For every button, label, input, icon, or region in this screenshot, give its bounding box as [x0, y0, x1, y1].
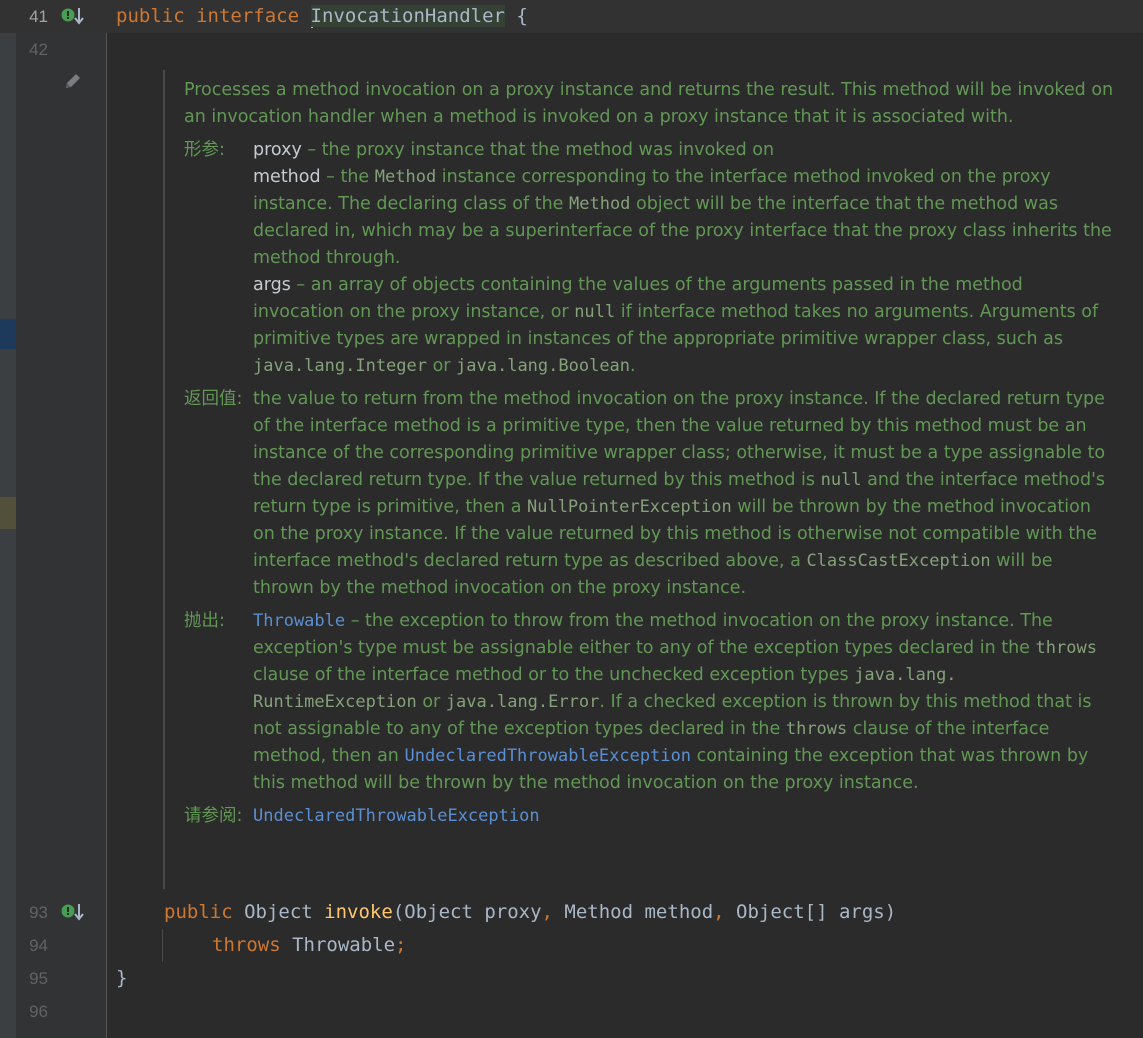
strip-marker-brown — [0, 497, 16, 529]
strip-marker-blue — [0, 319, 16, 349]
method-name: invoke — [324, 901, 393, 923]
edit-doc-icon[interactable] — [63, 71, 83, 96]
undeclared-throwable-link[interactable]: UndeclaredThrowableException — [404, 746, 691, 766]
returns-section: 返回值: the value to return from the method… — [184, 386, 1114, 602]
implemented-method-icon[interactable] — [60, 902, 86, 922]
params-section: 形参: proxy – the proxy instance that the … — [184, 137, 1114, 380]
param-name: args — [253, 275, 291, 295]
code-line-42[interactable]: 42 — [0, 33, 1143, 66]
code-ref: java.lang.Error — [445, 692, 600, 712]
implemented-icon[interactable] — [60, 6, 86, 26]
comma: , — [713, 901, 725, 923]
throws-text: – the exception to throw from the method… — [253, 611, 1053, 658]
param-desc: – the — [320, 167, 375, 187]
code-text[interactable]: throws Throwable; — [212, 929, 406, 962]
param-text: (Object proxy — [392, 901, 542, 923]
code-text[interactable]: public Object invoke(Object proxy, Metho… — [164, 896, 896, 929]
code-text[interactable]: } — [116, 962, 127, 995]
line-number: 96 — [29, 1002, 48, 1021]
code-ref: null — [820, 470, 862, 490]
returns-body: the value to return from the method invo… — [253, 386, 1114, 602]
close-brace: } — [116, 967, 128, 989]
params-body: proxy – the proxy instance that the meth… — [253, 137, 1114, 380]
code-ref: Method — [374, 167, 437, 187]
exception-type: Throwable — [280, 934, 396, 956]
keyword-public: public — [164, 901, 233, 923]
throws-label: 抛出: — [184, 611, 225, 631]
param-text: Object[] args) — [724, 901, 897, 923]
doc-description: Processes a method invocation on a proxy… — [184, 80, 1114, 127]
param-desc: . — [630, 356, 636, 376]
throws-text: or — [416, 692, 446, 712]
params-label: 形参: — [184, 140, 225, 160]
line-number: 93 — [29, 903, 48, 922]
param-name: proxy — [253, 140, 302, 160]
line-number: 42 — [29, 40, 48, 59]
throws-body: Throwable – the exception to throw from … — [253, 608, 1114, 797]
param-desc: or — [427, 356, 457, 376]
return-type: Object — [244, 901, 325, 923]
param-args: args – an array of objects containing th… — [253, 272, 1114, 380]
code-line-95[interactable]: 95 } — [0, 962, 1143, 995]
see-link[interactable]: UndeclaredThrowableException — [253, 806, 540, 826]
param-text: Method method — [552, 901, 714, 923]
code-ref: NullPointerException — [526, 497, 732, 517]
param-proxy: proxy – the proxy instance that the meth… — [253, 137, 1114, 164]
keyword-interface: interface — [196, 5, 300, 27]
throws-section: 抛出: Throwable – the exception to throw f… — [184, 608, 1114, 797]
gutter-separator — [106, 0, 107, 1038]
code-ref: Method — [569, 194, 631, 214]
code-line-93[interactable]: 93 public Object invoke(Object proxy, Me… — [0, 896, 1143, 929]
keyword-public: public — [116, 5, 185, 27]
param-name: method — [253, 167, 321, 187]
code-ref: java.lang.Boolean — [456, 356, 631, 376]
semicolon: ; — [395, 934, 407, 956]
param-desc: – the proxy instance that the method was… — [301, 140, 775, 160]
see-body: UndeclaredThrowableException — [253, 803, 1114, 830]
code-ref: throws — [785, 719, 848, 739]
code-ref: java.lang.Integer — [253, 356, 427, 376]
code-line-96[interactable]: 96 — [0, 995, 1143, 1028]
code-line-41[interactable]: 41 public interface InvocationHandler { — [0, 0, 1143, 33]
code-line-94[interactable]: 94 throws Throwable; — [0, 929, 1143, 962]
code-ref: throws — [1035, 638, 1097, 658]
see-section: 请参阅: UndeclaredThrowableException — [184, 803, 1114, 830]
javadoc-content: Processes a method invocation on a proxy… — [184, 77, 1114, 830]
code-ref: ClassCastException — [806, 551, 991, 571]
comma: , — [541, 901, 553, 923]
throwable-link[interactable]: Throwable — [253, 611, 345, 631]
interface-name: InvocationHandler — [310, 5, 505, 27]
returns-label: 返回值: — [184, 389, 243, 409]
throws-text: clause of the interface method or to the… — [253, 665, 855, 685]
see-label: 请参阅: — [184, 806, 243, 826]
line-number: 41 — [29, 7, 48, 26]
line-number: 95 — [29, 969, 48, 988]
open-brace: { — [516, 5, 528, 27]
line-number: 94 — [29, 936, 48, 955]
keyword-throws: throws — [212, 934, 281, 956]
code-ref: null — [574, 302, 616, 322]
code-text[interactable]: public interface InvocationHandler { — [116, 0, 528, 33]
param-method: method – the Method instance correspondi… — [253, 164, 1114, 272]
